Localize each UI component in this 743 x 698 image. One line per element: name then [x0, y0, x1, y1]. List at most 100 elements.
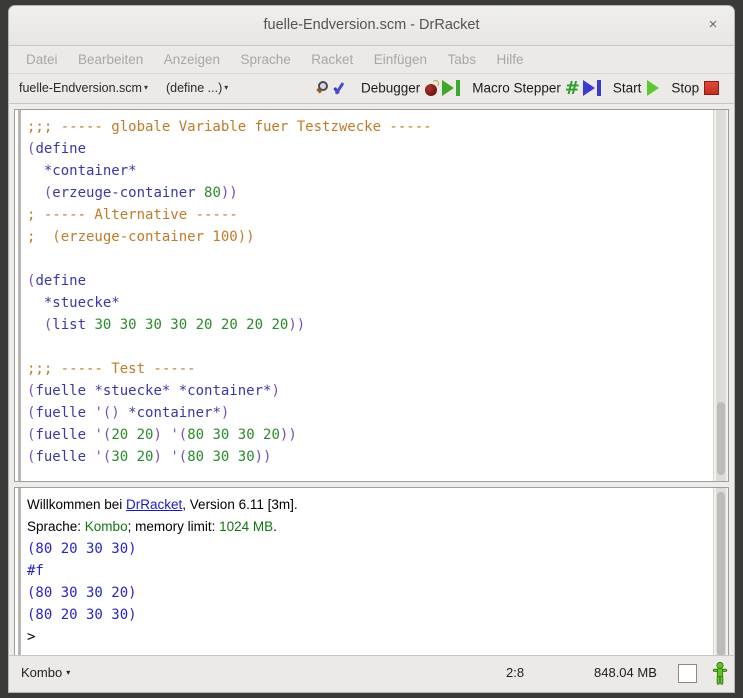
language-dropdown[interactable]: Kombo▾: [21, 665, 70, 680]
welcome-pre: Willkommen bei: [27, 497, 126, 512]
file-name-label: fuelle-Endversion.scm: [19, 81, 142, 95]
debugger-button[interactable]: Debugger: [361, 76, 462, 100]
check-syntax-button[interactable]: [333, 76, 351, 100]
file-name-dropdown[interactable]: fuelle-Endversion.scm▾: [19, 78, 148, 98]
stop-square-icon: [703, 80, 720, 96]
definitions-text-area[interactable]: ;;; ----- globale Variable fuer Testzwec…: [15, 110, 713, 481]
definitions-pane[interactable]: ;;; ----- globale Variable fuer Testzwec…: [14, 109, 729, 482]
menu-item-einfuegen[interactable]: Einfügen: [366, 46, 435, 74]
code-line: (fuelle '(30 20) '(80 30 30)): [27, 446, 713, 468]
interactions-text-area[interactable]: Willkommen bei DrRacket, Version 6.11 [3…: [15, 488, 713, 661]
blue-check-icon: [334, 81, 351, 97]
language-mid: ; memory limit:: [128, 519, 220, 534]
code-line: ;;; ----- globale Variable fuer Testzwec…: [27, 116, 713, 138]
code-token: )): [288, 317, 305, 333]
macro-stepper-label: Macro Stepper: [472, 80, 561, 95]
code-token: 80 30 30: [187, 449, 254, 465]
chevron-down-icon: ▾: [224, 78, 228, 98]
status-bar: Kombo▾ 2:8 848.04 MB: [9, 655, 734, 692]
code-line: *container*: [27, 160, 713, 182]
menu-item-bearbeiten[interactable]: Bearbeiten: [70, 46, 151, 74]
code-token: 30 30 30 30 20 20 20 20: [94, 317, 288, 333]
code-line: (fuelle '() *container*): [27, 402, 713, 424]
code-token: 80: [204, 185, 221, 201]
drracket-link[interactable]: DrRacket: [126, 497, 182, 512]
code-token: fuelle: [35, 405, 94, 421]
code-line: (list 30 30 30 30 20 20 20 20)): [27, 314, 713, 336]
toolbar-right-group: Debugger Macro Stepper# Start Stop: [316, 76, 720, 100]
define-dropdown[interactable]: (define ...)▾: [166, 78, 228, 98]
definitions-gutter: [18, 110, 21, 481]
code-line: (define: [27, 138, 713, 160]
play-icon: [645, 80, 661, 96]
language-pre: Sprache:: [27, 519, 85, 534]
welcome-post: , Version 6.11 [3m].: [182, 497, 297, 512]
code-token: ): [221, 405, 229, 421]
language-name: Kombo: [85, 519, 128, 534]
menu-item-tabs[interactable]: Tabs: [439, 46, 484, 74]
start-label: Start: [613, 80, 642, 95]
code-line: [27, 336, 713, 358]
language-post: .: [273, 519, 277, 534]
code-token: '(: [94, 449, 111, 465]
code-line: (fuelle '(20 20) '(80 30 30 20)): [27, 424, 713, 446]
menu-item-sprache[interactable]: Sprache: [232, 46, 298, 74]
repl-language-line: Sprache: Kombo; memory limit: 1024 MB.: [27, 516, 713, 538]
interactions-pane[interactable]: Willkommen bei DrRacket, Version 6.11 [3…: [14, 487, 729, 662]
repl-result: (80 20 30 30): [27, 604, 713, 626]
code-line: ; (erzeuge-container 100)): [27, 226, 713, 248]
code-line: ;;; ----- Test -----: [27, 358, 713, 380]
menu-item-hilfe[interactable]: Hilfe: [488, 46, 531, 74]
run-button[interactable]: Start: [613, 76, 662, 100]
screenshot-root: fuelle-Endversion.scm - DrRacket × Datei…: [0, 0, 743, 698]
code-token: fuelle: [35, 427, 94, 443]
memory-recycle-checkbox[interactable]: [678, 664, 697, 683]
code-token: ;;; ----- Test -----: [27, 361, 196, 377]
stop-button[interactable]: Stop: [671, 76, 720, 100]
drracket-window: fuelle-Endversion.scm - DrRacket × Datei…: [8, 5, 735, 693]
code-token: '(: [170, 427, 187, 443]
source-code: ;;; ----- globale Variable fuer Testzwec…: [27, 116, 713, 468]
repl-result: (80 30 30 20): [27, 582, 713, 604]
interactions-vertical-scrollbar[interactable]: [713, 488, 728, 661]
scrollbar-thumb[interactable]: [717, 402, 725, 475]
repl-prompt[interactable]: >: [27, 626, 713, 648]
code-token: define: [35, 273, 86, 289]
code-token: )): [221, 185, 238, 201]
code-token: *container*: [27, 163, 137, 179]
code-token: '(: [170, 449, 187, 465]
running-person-icon[interactable]: [711, 662, 729, 685]
toolbar: fuelle-Endversion.scm▾(define ...)▾ Debu…: [9, 74, 734, 104]
stop-label: Stop: [671, 80, 699, 95]
memory-usage: 848.04 MB: [594, 665, 657, 680]
code-token: ): [153, 427, 170, 443]
menu-item-anzeigen[interactable]: Anzeigen: [156, 46, 228, 74]
menu-item-datei[interactable]: Datei: [18, 46, 66, 74]
repl-result: #f: [27, 560, 713, 582]
cursor-position: 2:8: [506, 665, 524, 680]
code-token: 20 20: [111, 427, 153, 443]
code-token: define: [35, 141, 86, 157]
definitions-vertical-scrollbar[interactable]: [713, 110, 728, 481]
macro-stepper-button[interactable]: Macro Stepper#: [472, 76, 603, 100]
code-token: ;;; ----- globale Variable fuer Testzwec…: [27, 119, 432, 135]
code-line: (define: [27, 270, 713, 292]
menu-bar: Datei Bearbeiten Anzeigen Sprache Racket…: [9, 46, 734, 74]
code-token: ): [153, 449, 170, 465]
running-person-glyph: [711, 662, 729, 685]
editor-panes: ;;; ----- globale Variable fuer Testzwec…: [9, 104, 734, 667]
code-token: list: [52, 317, 94, 333]
define-label: (define ...): [166, 81, 222, 95]
close-icon[interactable]: ×: [704, 17, 722, 35]
code-token: (: [27, 317, 52, 333]
interactions-gutter: [18, 488, 21, 661]
menu-item-racket[interactable]: Racket: [303, 46, 361, 74]
title-bar: fuelle-Endversion.scm - DrRacket ×: [9, 6, 734, 46]
scrollbar-thumb[interactable]: [717, 492, 725, 656]
chevron-down-icon: ▾: [66, 668, 70, 677]
toolbar-left-group: fuelle-Endversion.scm▾(define ...)▾: [19, 78, 228, 98]
code-line: (erzeuge-container 80)): [27, 182, 713, 204]
debugger-label: Debugger: [361, 80, 420, 95]
code-token: ): [271, 383, 279, 399]
search-button[interactable]: [316, 76, 333, 100]
